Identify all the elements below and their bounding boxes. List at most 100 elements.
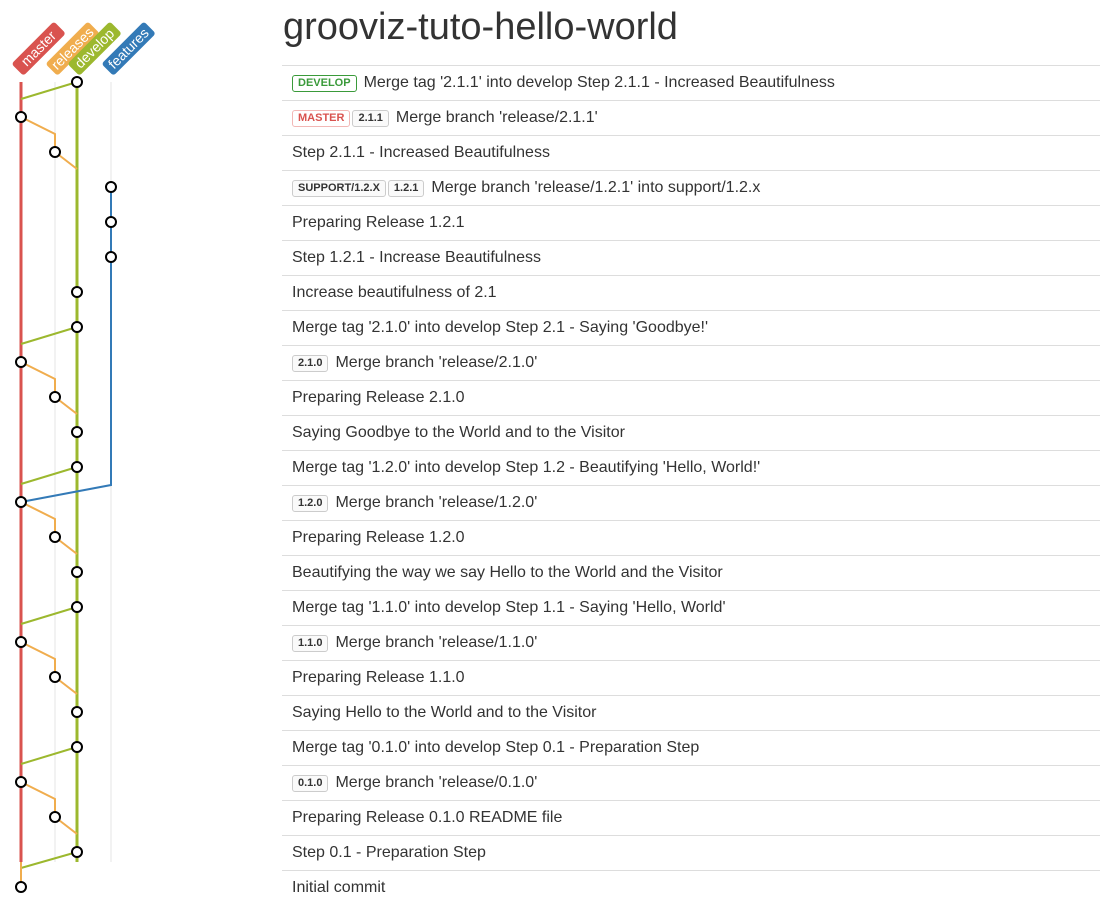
edge-master-to-develop [20,81,78,100]
commit-message[interactable]: Merge branch 'release/2.1.0' [335,354,537,372]
commit-node [71,601,83,613]
commit-node [49,671,61,683]
commit-message[interactable]: Merge tag '1.1.0' into develop Step 1.1 … [292,599,726,617]
commit-row[interactable]: Increase beautifulness of 2.1 [282,275,1100,310]
commit-node [71,566,83,578]
commit-node [15,356,27,368]
edge-release-branch [20,361,56,397]
commit-message[interactable]: Beautifying the way we say Hello to the … [292,564,723,582]
commit-row[interactable]: 1.2.0 Merge branch 'release/1.2.0' [282,485,1100,520]
commit-row[interactable]: Step 1.2.1 - Increase Beautifulness [282,240,1100,275]
commit-message[interactable]: Preparing Release 1.2.1 [292,214,465,232]
commit-node [71,426,83,438]
commit-row[interactable]: Initial commit [282,870,1100,905]
commit-row[interactable]: Saying Goodbye to the World and to the V… [282,415,1100,450]
ref-badge-version[interactable]: 0.1.0 [292,774,329,792]
commit-message[interactable]: Merge branch 'release/0.1.0' [335,774,537,792]
ref-badge-support[interactable]: SUPPORT/1.2.X [292,179,386,197]
commit-message[interactable]: Merge branch 'release/1.1.0' [335,634,537,652]
commit-message[interactable]: Preparing Release 0.1.0 README file [292,809,562,827]
lane-labels: masterreleasesdevelopfeatures [12,22,155,75]
edge-release-branch [20,641,56,677]
commit-row[interactable]: Merge tag '2.1.0' into develop Step 2.1 … [282,310,1100,345]
commit-list: DEVELOP Merge tag '2.1.1' into develop St… [282,65,1100,905]
ref-badges: DEVELOP [292,74,359,92]
commit-node [15,776,27,788]
commit-node [15,111,27,123]
commit-message[interactable]: Initial commit [292,879,385,897]
commit-node [15,636,27,648]
commit-message[interactable]: Merge branch 'release/1.2.0' [335,494,537,512]
commit-row[interactable]: Preparing Release 1.2.1 [282,205,1100,240]
graph-nodes [15,76,117,893]
edge-master-to-develop [20,326,78,345]
edge-master-to-develop [20,466,78,485]
commit-node [71,76,83,88]
commit-message[interactable]: Saying Hello to the World and to the Vis… [292,704,596,722]
ref-badges: 1.1.0 [292,634,330,652]
commit-row[interactable]: Saying Hello to the World and to the Vis… [282,695,1100,730]
page-title: grooviz-tuto-hello-world [283,6,678,48]
commit-row[interactable]: Preparing Release 1.2.0 [282,520,1100,555]
commit-message[interactable]: Saying Goodbye to the World and to the V… [292,424,625,442]
commit-row[interactable]: MASTER 2.1.1 Merge branch 'release/2.1.1' [282,100,1100,135]
commit-node [71,321,83,333]
commit-message[interactable]: Preparing Release 2.1.0 [292,389,465,407]
commit-message[interactable]: Step 0.1 - Preparation Step [292,844,486,862]
commit-message[interactable]: Merge tag '2.1.1' into develop Step 2.1.… [364,74,835,92]
ref-badge-version[interactable]: 1.2.1 [387,179,425,197]
ref-badge-master[interactable]: MASTER [292,109,351,127]
commit-node [71,461,83,473]
commit-node [49,811,61,823]
ref-badges: 0.1.0 [292,774,330,792]
commit-message[interactable]: Preparing Release 1.1.0 [292,669,465,687]
commit-node [71,286,83,298]
commit-message[interactable]: Merge tag '0.1.0' into develop Step 0.1 … [292,739,699,757]
commit-row[interactable]: Merge tag '1.2.0' into develop Step 1.2 … [282,450,1100,485]
commit-row[interactable]: DEVELOP Merge tag '2.1.1' into develop St… [282,65,1100,100]
commit-row[interactable]: 2.1.0 Merge branch 'release/2.1.0' [282,345,1100,380]
commit-row[interactable]: Merge tag '0.1.0' into develop Step 0.1 … [282,730,1100,765]
ref-badge-develop[interactable]: DEVELOP [292,74,357,92]
edge-master-to-develop [20,606,78,625]
commit-node [15,881,27,893]
ref-badge-version[interactable]: 1.1.0 [292,634,329,652]
commit-row[interactable]: Beautifying the way we say Hello to the … [282,555,1100,590]
commit-node [15,496,27,508]
graph-edges [19,81,112,887]
commit-node [71,846,83,858]
commit-row[interactable]: Preparing Release 1.1.0 [282,660,1100,695]
commit-row[interactable]: Preparing Release 2.1.0 [282,380,1100,415]
edge-release-branch [20,781,56,817]
commit-message[interactable]: Preparing Release 1.2.0 [292,529,465,547]
ref-badge-version[interactable]: 2.1.0 [292,354,329,372]
ref-badges: 2.1.0 [292,354,330,372]
ref-badges: MASTER 2.1.1 [292,109,391,127]
edge-master-to-develop [20,746,78,765]
commit-row[interactable]: 0.1.0 Merge branch 'release/0.1.0' [282,765,1100,800]
commit-row[interactable]: Step 0.1 - Preparation Step [282,835,1100,870]
commit-node [105,216,117,228]
commit-row[interactable]: SUPPORT/1.2.X 1.2.1 Merge branch 'release/… [282,170,1100,205]
commit-message[interactable]: Merge tag '2.1.0' into develop Step 2.1 … [292,319,708,337]
commit-node [71,741,83,753]
commit-message[interactable]: Merge tag '1.2.0' into develop Step 1.2 … [292,459,760,477]
commit-message[interactable]: Increase beautifulness of 2.1 [292,284,497,302]
ref-badge-version[interactable]: 1.2.0 [292,494,329,512]
commit-node [105,251,117,263]
commit-node [49,391,61,403]
ref-badges: SUPPORT/1.2.X 1.2.1 [292,179,426,197]
commit-row[interactable]: 1.1.0 Merge branch 'release/1.1.0' [282,625,1100,660]
edge-support-branch [20,187,112,503]
edge-release-branch [20,501,56,537]
commit-row[interactable]: Step 2.1.1 - Increased Beautifulness [282,135,1100,170]
commit-row[interactable]: Merge tag '1.1.0' into develop Step 1.1 … [282,590,1100,625]
commit-message[interactable]: Merge branch 'release/1.2.1' into suppor… [431,179,760,197]
commit-message[interactable]: Merge branch 'release/2.1.1' [396,109,598,127]
commit-message[interactable]: Step 1.2.1 - Increase Beautifulness [292,249,541,267]
ref-badge-version[interactable]: 2.1.1 [352,109,389,127]
edge-release-branch [20,116,56,152]
commit-row[interactable]: Preparing Release 0.1.0 README file [282,800,1100,835]
commit-message[interactable]: Step 2.1.1 - Increased Beautifulness [292,144,550,162]
edge-initial-to-develop [20,851,78,869]
